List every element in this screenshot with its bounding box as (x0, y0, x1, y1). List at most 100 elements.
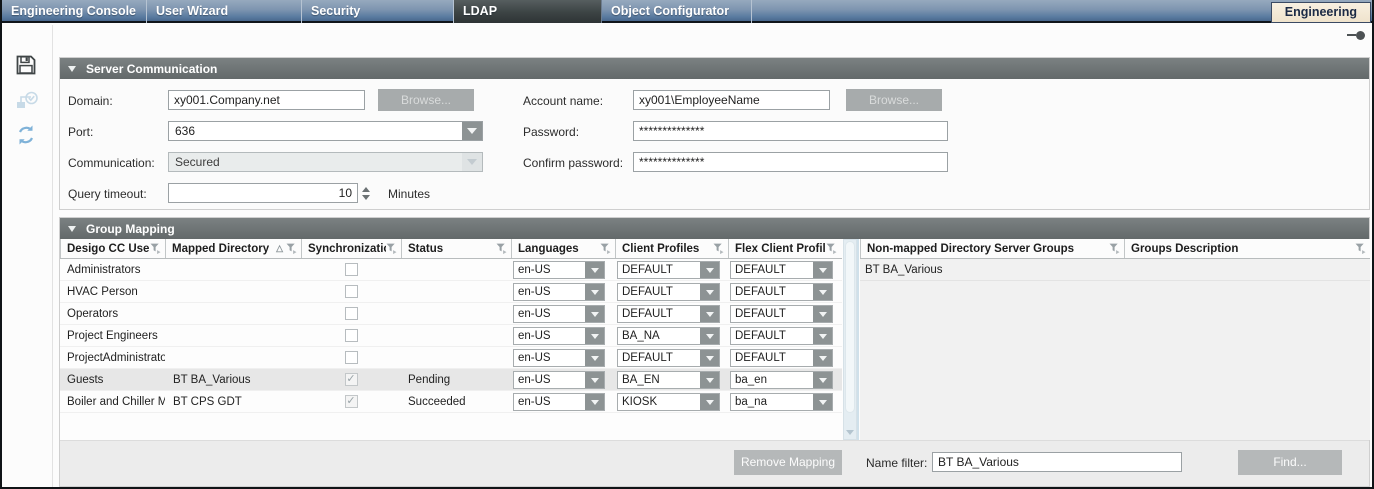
chevron-down-icon[interactable] (585, 350, 604, 366)
scrollbar-thumb[interactable] (845, 241, 855, 413)
column-header[interactable]: Non-mapped Directory Server Groups (860, 239, 1124, 258)
chevron-down-icon[interactable] (700, 394, 719, 410)
tab-engineering-console[interactable]: Engineering Console (2, 0, 147, 23)
chevron-down-icon[interactable] (813, 328, 832, 344)
client-profile-select[interactable]: BA_NA (617, 327, 720, 345)
step-down-icon[interactable] (362, 195, 370, 200)
step-up-icon[interactable] (362, 187, 370, 192)
test-connection-icon[interactable] (15, 89, 39, 113)
chevron-down-icon[interactable] (585, 262, 604, 278)
filter-icon[interactable] (496, 243, 507, 254)
remove-mapping-button[interactable]: Remove Mapping (734, 450, 842, 475)
language-select[interactable]: en-US (513, 305, 605, 323)
synchronization-checkbox[interactable]: ✓ (345, 373, 358, 386)
synchronization-checkbox[interactable]: ✓ (345, 395, 358, 408)
port-combobox[interactable]: 636 (168, 121, 483, 141)
save-icon[interactable] (15, 54, 39, 78)
mapping-row[interactable]: Administratorsen-USDEFAULTDEFAULT (60, 259, 842, 281)
tab-user-wizard[interactable]: User Wizard (147, 0, 302, 23)
chevron-down-icon[interactable] (585, 284, 604, 300)
flex-client-profile-select[interactable]: ba_na (730, 393, 833, 411)
flex-client-profile-select[interactable]: DEFAULT (730, 261, 833, 279)
chevron-down-icon[interactable] (700, 262, 719, 278)
flex-client-profile-select[interactable]: ba_en (730, 371, 833, 389)
chevron-down-icon[interactable] (585, 306, 604, 322)
account-browse-button[interactable]: Browse... (846, 89, 942, 111)
confirm-password-input[interactable] (633, 152, 948, 172)
chevron-down-icon[interactable] (462, 122, 482, 140)
chevron-down-icon[interactable] (813, 372, 832, 388)
mapping-row[interactable]: Operatorsen-USDEFAULTDEFAULT (60, 303, 842, 325)
filter-icon[interactable] (386, 243, 397, 254)
password-input[interactable] (633, 121, 948, 141)
tab-object-configurator[interactable]: Object Configurator (602, 0, 752, 23)
flex-client-profile-select[interactable]: DEFAULT (730, 283, 833, 301)
flex-client-profile-select[interactable]: DEFAULT (730, 349, 833, 367)
language-select[interactable]: en-US (513, 283, 605, 301)
refresh-icon[interactable] (15, 124, 39, 148)
chevron-down-icon[interactable] (700, 350, 719, 366)
column-header[interactable]: Desigo CC User ( (60, 239, 165, 258)
query-timeout-stepper[interactable] (360, 183, 372, 203)
pin-handle-icon[interactable] (1347, 31, 1365, 40)
filter-icon[interactable] (1355, 243, 1366, 254)
synchronization-checkbox[interactable] (345, 351, 358, 364)
language-select[interactable]: en-US (513, 261, 605, 279)
column-header[interactable]: Languages (511, 239, 615, 258)
language-select[interactable]: en-US (513, 371, 605, 389)
client-profile-select[interactable]: KIOSK (617, 393, 720, 411)
mapping-row[interactable]: Boiler and Chiller MngBT CPS GDT✓Succeed… (60, 391, 842, 413)
chevron-down-icon[interactable] (813, 262, 832, 278)
domain-input[interactable] (168, 90, 365, 110)
column-header[interactable]: Status (401, 239, 511, 258)
synchronization-checkbox[interactable] (345, 285, 358, 298)
client-profile-select[interactable]: DEFAULT (617, 283, 720, 301)
server-communication-header[interactable]: Server Communication (60, 58, 1369, 79)
account-name-input[interactable] (633, 90, 830, 110)
name-filter-input[interactable] (932, 452, 1182, 472)
language-select[interactable]: en-US (513, 393, 605, 411)
column-header[interactable]: Synchronizatio (301, 239, 401, 258)
column-header[interactable]: Groups Description (1124, 239, 1370, 258)
chevron-down-icon[interactable] (585, 328, 604, 344)
non-mapped-group-row[interactable]: BT BA_Various (860, 259, 1370, 281)
tab-security[interactable]: Security (302, 0, 454, 23)
chevron-down-icon[interactable] (585, 394, 604, 410)
chevron-down-icon[interactable] (700, 372, 719, 388)
flex-client-profile-select[interactable]: DEFAULT (730, 327, 833, 345)
chevron-down-icon[interactable] (700, 306, 719, 322)
client-profile-select[interactable]: DEFAULT (617, 349, 720, 367)
client-profile-select[interactable]: DEFAULT (617, 261, 720, 279)
column-header[interactable]: Mapped Directory△ (165, 239, 301, 258)
scroll-down-arrow-icon[interactable] (846, 430, 854, 435)
mapping-row[interactable]: ProjectAdministratorsen-USDEFAULTDEFAULT (60, 347, 842, 369)
group-mapping-header[interactable]: Group Mapping (60, 218, 1369, 239)
column-header[interactable]: Flex Client Profil (728, 239, 841, 258)
chevron-down-icon[interactable] (813, 350, 832, 366)
filter-icon[interactable] (150, 243, 161, 254)
tab-ldap[interactable]: LDAP (454, 0, 602, 23)
language-select[interactable]: en-US (513, 349, 605, 367)
synchronization-checkbox[interactable] (345, 329, 358, 342)
filter-icon[interactable] (600, 243, 611, 254)
mapping-row[interactable]: Project Engineersen-USBA_NADEFAULT (60, 325, 842, 347)
mapping-row[interactable]: HVAC Personen-USDEFAULTDEFAULT (60, 281, 842, 303)
filter-icon[interactable] (713, 243, 724, 254)
synchronization-checkbox[interactable] (345, 307, 358, 320)
perspective-tab-engineering[interactable]: Engineering (1271, 2, 1371, 23)
filter-icon[interactable] (826, 243, 837, 254)
chevron-down-icon[interactable] (700, 284, 719, 300)
chevron-down-icon[interactable] (700, 328, 719, 344)
chevron-down-icon[interactable] (585, 372, 604, 388)
client-profile-select[interactable]: BA_EN (617, 371, 720, 389)
filter-icon[interactable] (1109, 243, 1120, 254)
vertical-scrollbar[interactable] (843, 239, 857, 440)
chevron-down-icon[interactable] (813, 284, 832, 300)
synchronization-checkbox[interactable] (345, 263, 358, 276)
flex-client-profile-select[interactable]: DEFAULT (730, 305, 833, 323)
client-profile-select[interactable]: DEFAULT (617, 305, 720, 323)
chevron-down-icon[interactable] (813, 394, 832, 410)
find-button[interactable]: Find... (1238, 450, 1342, 475)
chevron-down-icon[interactable] (813, 306, 832, 322)
column-header[interactable]: Client Profiles (615, 239, 728, 258)
